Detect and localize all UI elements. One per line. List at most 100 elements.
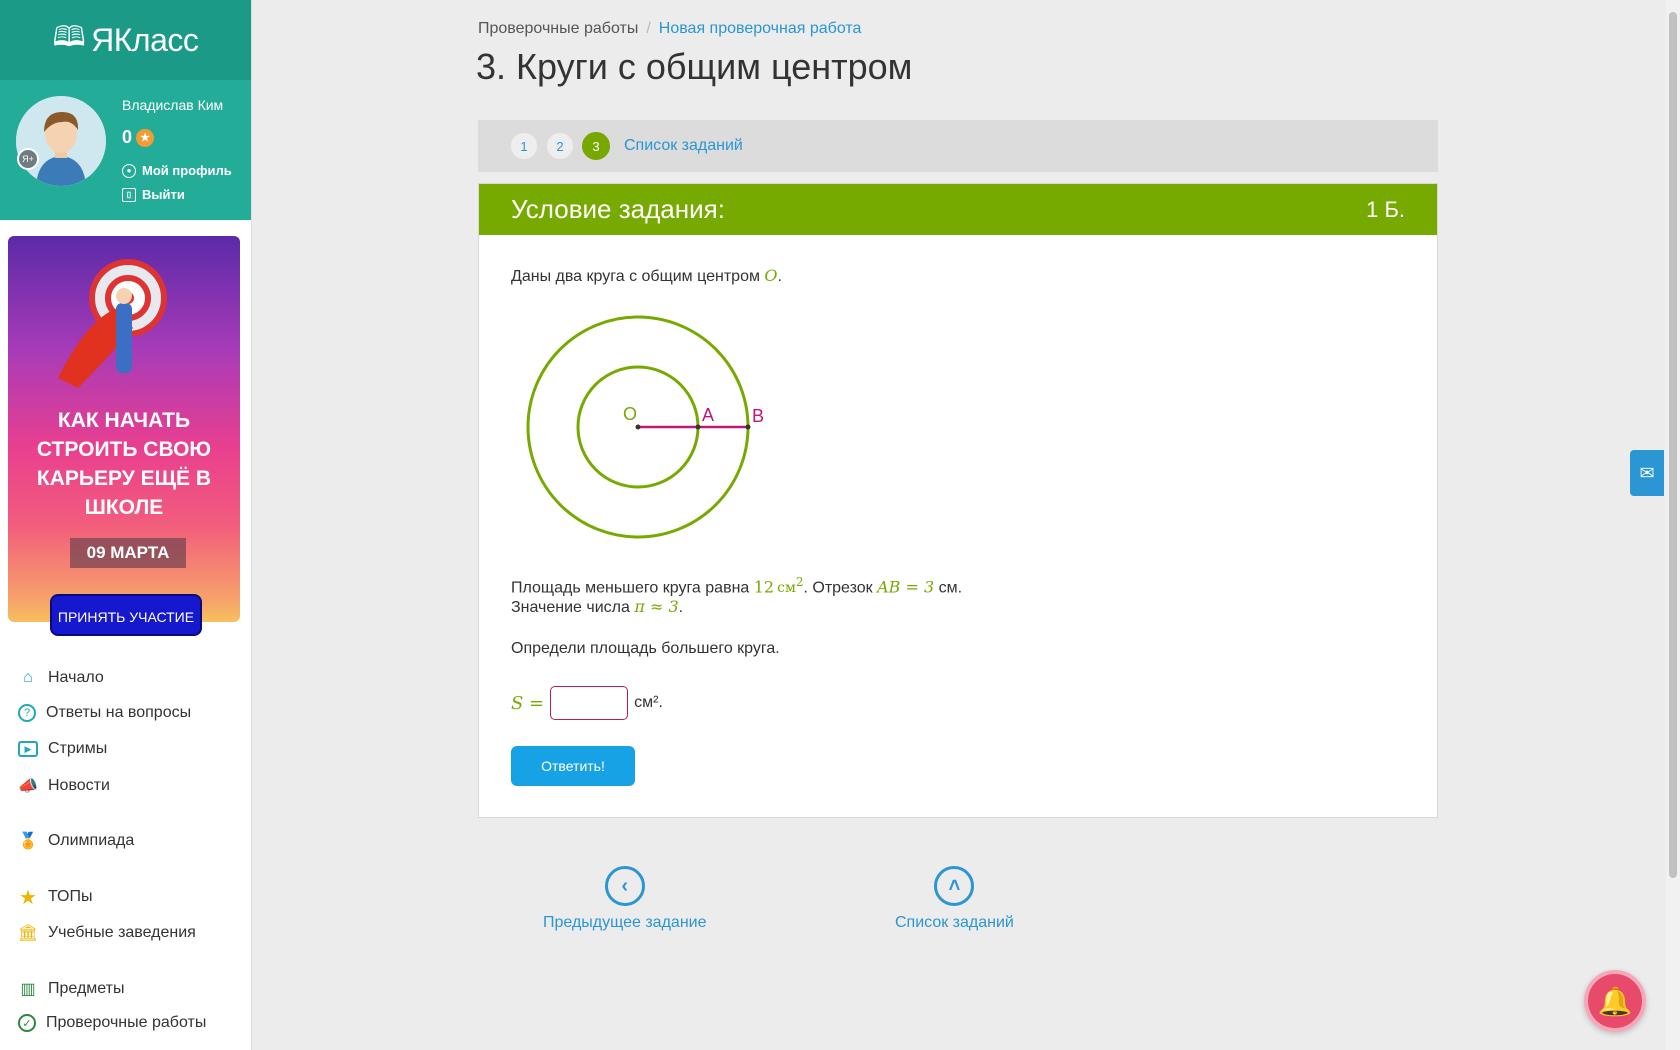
point-A [695, 424, 701, 430]
math-expression: π ≈ 3 [634, 597, 679, 616]
user-avatar-icon [16, 96, 106, 186]
banner-date: 09 МАРТА [70, 538, 186, 568]
breadcrumb: Проверочные работы / Новая проверочная раб… [478, 20, 861, 38]
logo[interactable]: 🕮 ЯКласс [0, 0, 251, 80]
logout-link[interactable]: ▯ Выйти [122, 187, 185, 202]
logout-label: Выйти [142, 187, 185, 202]
math-var: O [764, 266, 778, 285]
nav-label: Ответы на вопросы [46, 704, 192, 721]
coin-star-icon: ★ [136, 128, 155, 147]
medal-icon: 🏅 [18, 833, 38, 850]
task-statement-line1: Даны два круга с общим центром O. [511, 266, 782, 285]
school-icon: 🏛 [17, 925, 39, 942]
banner-title: КАК НАЧАТЬ СТРОИТЬ СВОЮ КАРЬЕРУ ЕЩЁ В ШК… [36, 409, 212, 519]
home-icon: ⌂ [23, 669, 33, 686]
task-question: Определи площадь большего круга. [511, 640, 780, 657]
task-card: Условие задания: 1 Б. Даны два круга с о… [478, 183, 1438, 818]
points-counter: 0 ★ [122, 127, 155, 148]
notifications-button[interactable]: 🔔 [1584, 970, 1646, 1032]
book-icon: 🕮 [52, 21, 86, 52]
nav-label: Учебные заведения [48, 924, 196, 941]
nav-label: Олимпиада [48, 832, 135, 849]
avatar[interactable] [16, 96, 106, 186]
nav-label: Начало [48, 669, 104, 686]
prev-task-link[interactable]: ‹ Предыдущее задание [543, 866, 706, 932]
answer-label: S = [511, 692, 545, 714]
user-circle-icon: ● [122, 163, 136, 178]
nav-item-subjects[interactable]: ▥ Предметы [18, 979, 124, 999]
books-icon: ▥ [20, 981, 36, 998]
star-icon: ★ [19, 886, 37, 909]
chevron-up-icon: ˄ [934, 866, 975, 906]
hero-illustration-icon [58, 259, 167, 388]
banner-cta-button[interactable]: ПРИНЯТЬ УЧАСТИЕ [50, 594, 202, 636]
promo-banner[interactable]: КАК НАЧАТЬ СТРОИТЬ СВОЮ КАРЬЕРУ ЕЩЁ В ШК… [8, 236, 240, 636]
nav-item-schools[interactable]: 🏛 Учебные заведения [18, 923, 196, 943]
task-points: 1 Б. [1366, 196, 1405, 222]
nav-item-answers[interactable]: ? Ответы на вопросы [18, 704, 191, 722]
label-B: B [752, 406, 764, 426]
text: Значение числа [511, 599, 635, 616]
chevron-left-icon: ‹ [604, 866, 645, 906]
point-B [745, 424, 751, 430]
nav-item-streams[interactable]: ▶ Стримы [18, 740, 107, 758]
breadcrumb-current[interactable]: Новая проверочная работа [659, 20, 862, 37]
task-list-bottom-label: Список заданий [895, 914, 1014, 931]
nav-item-tests[interactable]: ✓ Проверочные работы [18, 1014, 206, 1032]
premium-badge: Я+ [17, 148, 39, 170]
check-circle-icon: ✓ [18, 1014, 36, 1032]
task-header-title: Условие задания: [511, 194, 725, 224]
text: см. [934, 579, 963, 597]
logo-text: ЯКласс [91, 21, 199, 58]
text: . Отрезок [803, 579, 878, 597]
task-stepper: 1 2 3 Список заданий [478, 120, 1438, 172]
text: Даны два круга с общим центром [511, 268, 765, 285]
my-profile-link[interactable]: ● Мой профиль [122, 163, 232, 178]
nav-label: ТОПы [48, 888, 93, 905]
page-title: 3. Круги с общим центром [476, 46, 913, 87]
megaphone-icon: 📣 [18, 778, 38, 795]
mail-icon: ✉ [1639, 462, 1655, 483]
scrollbar[interactable] [1666, 0, 1680, 1050]
submit-answer-button[interactable]: Ответить! [511, 746, 635, 786]
task-statement-line2: Площадь меньшего круга равна 12 см2. Отре… [511, 575, 962, 597]
profile-panel: Я+ Владислав Ким 0 ★ ● Мой профиль ▯ Вый… [0, 80, 251, 220]
text: Площадь меньшего круга равна [511, 579, 754, 597]
answer-row: S = см². [511, 686, 663, 720]
answer-input[interactable] [550, 686, 629, 720]
nav-item-olympiad[interactable]: 🏅 Олимпиада [18, 831, 134, 851]
points-value: 0 [122, 127, 133, 147]
task-header: Условие задания: 1 Б. [479, 184, 1437, 235]
math-expression: AB = 3 [877, 577, 935, 597]
label-O: O [623, 404, 637, 424]
sidebar: 🕮 ЯКласс Я+ Владислав Ким 0 ★ ● Мой проф… [0, 0, 252, 1050]
user-name: Владислав Ким [122, 97, 224, 113]
question-icon: ? [18, 704, 36, 722]
task-list-bottom-link[interactable]: ˄ Список заданий [895, 866, 1014, 932]
task-statement-line3: Значение числа π ≈ 3. [511, 597, 684, 616]
feedback-mail-button[interactable]: ✉ [1630, 450, 1664, 496]
nav-label: Проверочные работы [46, 1014, 207, 1031]
logout-icon: ▯ [122, 187, 136, 202]
task-list-link[interactable]: Список заданий [624, 137, 743, 155]
nav-label: Предметы [48, 980, 125, 997]
math-number: 12 [753, 577, 775, 597]
nav-label: Новости [48, 777, 110, 794]
circles-diagram: O A B [526, 315, 764, 539]
step-3[interactable]: 3 [582, 132, 610, 160]
step-2[interactable]: 2 [546, 132, 574, 160]
math-unit: см [777, 580, 796, 597]
scrollbar-thumb[interactable] [1669, 12, 1677, 878]
nav-item-home[interactable]: ⌂ Начало [18, 668, 104, 688]
label-A: A [702, 405, 714, 425]
bell-icon: 🔔 [1597, 985, 1633, 1017]
play-icon: ▶ [18, 741, 38, 757]
point-O [635, 424, 641, 430]
answer-unit: см². [634, 694, 663, 711]
step-1[interactable]: 1 [510, 132, 538, 160]
breadcrumb-separator: / [646, 20, 651, 37]
nav-item-news[interactable]: 📣 Новости [18, 776, 110, 796]
nav-item-tops[interactable]: ★ ТОПы [18, 886, 93, 909]
breadcrumb-root[interactable]: Проверочные работы [478, 20, 638, 37]
my-profile-label: Мой профиль [142, 163, 232, 178]
